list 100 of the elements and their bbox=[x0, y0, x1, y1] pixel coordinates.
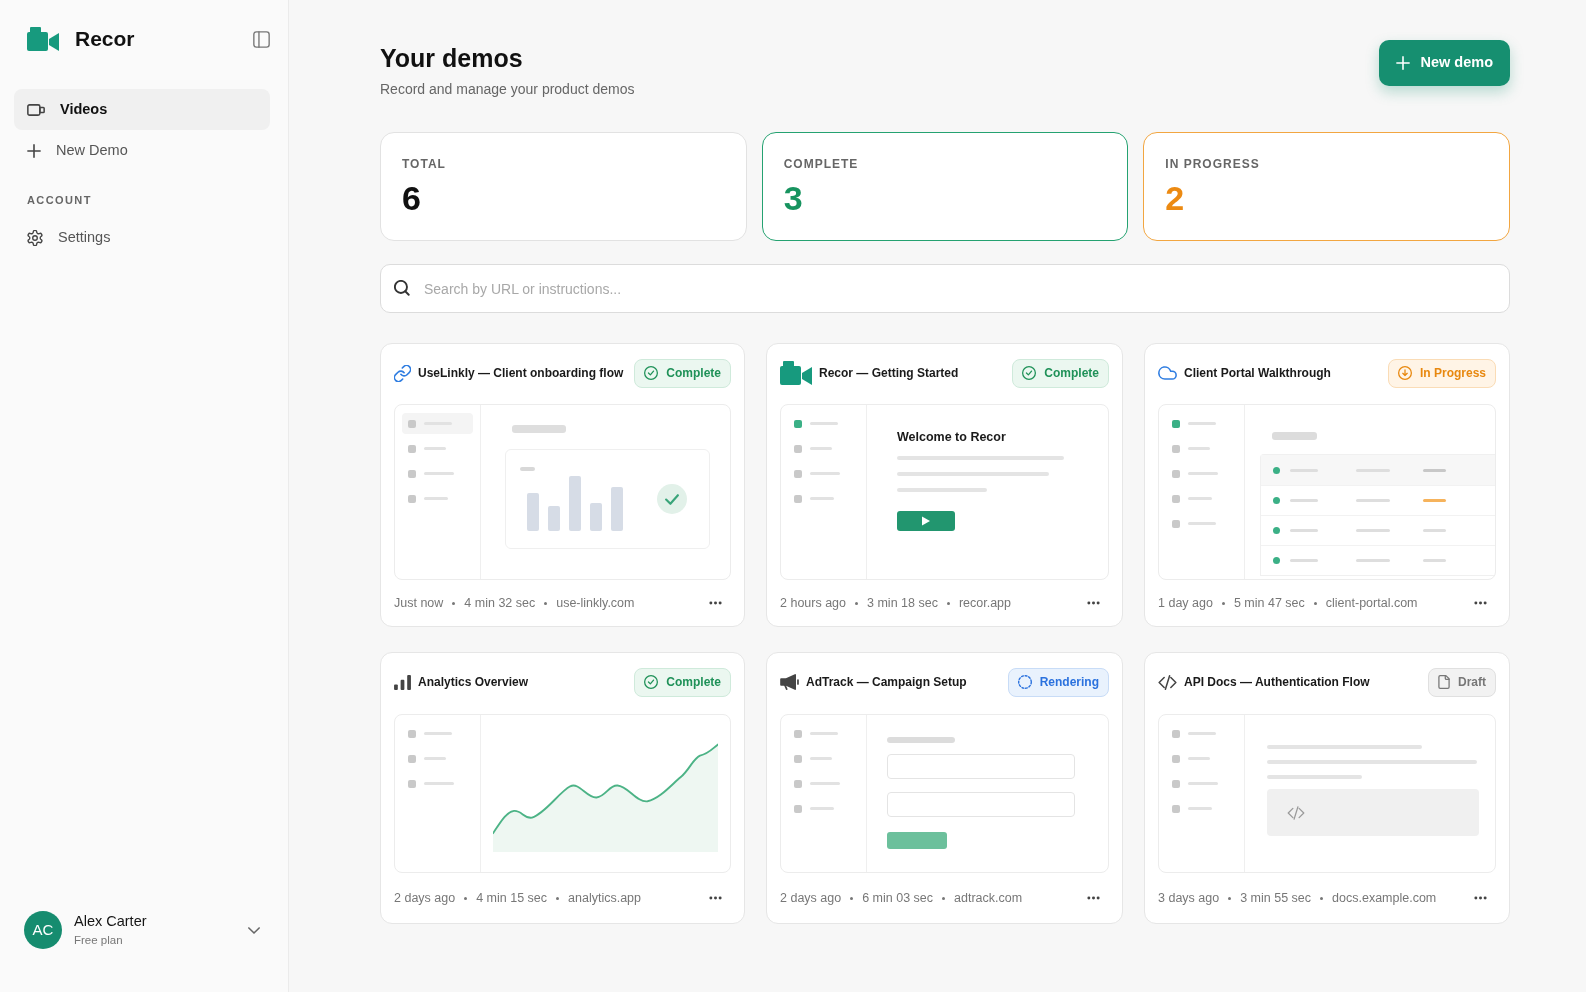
user-name: Alex Carter bbox=[74, 912, 147, 930]
plus-icon bbox=[1396, 56, 1411, 70]
separator-dot-icon bbox=[556, 896, 560, 900]
demo-domain: client-portal.com bbox=[1325, 594, 1418, 612]
demo-duration: 3 min 55 sec bbox=[1240, 889, 1312, 907]
demo-duration: 4 min 15 sec bbox=[476, 889, 548, 907]
stat-label: IN PROGRESS bbox=[1165, 156, 1261, 172]
demo-title: AdTrack — Campaign Setup bbox=[806, 674, 967, 691]
bar-chart-icon bbox=[394, 674, 411, 690]
separator-dot-icon bbox=[850, 896, 854, 900]
new-demo-button[interactable]: New demo bbox=[1379, 40, 1510, 86]
demo-domain: adtrack.com bbox=[954, 889, 1023, 907]
megaphone-icon bbox=[780, 674, 799, 690]
page-subtitle: Record and manage your product demos bbox=[380, 80, 635, 99]
preview-heading: Welcome to Recor bbox=[897, 429, 1007, 445]
demo-title: Analytics Overview bbox=[418, 674, 529, 691]
page-title: Your demos bbox=[380, 43, 524, 73]
title-placeholder bbox=[887, 737, 955, 743]
logo-icon bbox=[27, 27, 59, 51]
demo-title: Client Portal Walkthrough bbox=[1184, 365, 1331, 382]
code-icon bbox=[1158, 674, 1177, 690]
ellipsis-icon bbox=[1087, 896, 1100, 900]
demo-domain: recor.app bbox=[958, 594, 1012, 612]
dashed-circle-icon bbox=[1017, 675, 1032, 689]
status-label: Complete bbox=[666, 674, 721, 691]
search-icon bbox=[394, 280, 410, 296]
button-placeholder bbox=[887, 832, 947, 849]
code-icon bbox=[1287, 805, 1305, 820]
separator-dot-icon bbox=[464, 896, 468, 900]
ellipsis-icon bbox=[1474, 601, 1487, 605]
avatar: AC bbox=[24, 911, 62, 949]
demo-domain: docs.example.com bbox=[1332, 889, 1437, 907]
demo-title: API Docs — Authentication Flow bbox=[1184, 674, 1370, 691]
ellipsis-icon bbox=[1474, 896, 1487, 900]
sidebar-toggle-icon bbox=[253, 30, 270, 48]
status-label: Complete bbox=[666, 365, 721, 382]
check-circle-icon bbox=[644, 675, 659, 689]
title-placeholder bbox=[1272, 432, 1317, 440]
demo-card[interactable]: Client Portal Walkthrough In Progress 1 day ago 5 min 47 sec client-portal.com bbox=[1144, 343, 1510, 627]
plus-icon bbox=[27, 143, 41, 158]
ellipsis-icon bbox=[709, 896, 722, 900]
demo-duration: 5 min 47 sec bbox=[1233, 594, 1305, 612]
demo-time: Just now bbox=[394, 594, 444, 612]
play-button-icon bbox=[897, 511, 955, 531]
check-icon bbox=[657, 484, 687, 514]
demo-title: UseLinkly — Client onboarding flow bbox=[418, 365, 624, 382]
stat-value: 6 bbox=[402, 179, 422, 217]
ellipsis-icon bbox=[709, 601, 722, 605]
check-circle-icon bbox=[1022, 366, 1037, 380]
demo-time: 3 days ago bbox=[1158, 889, 1220, 907]
stat-label: COMPLETE bbox=[783, 156, 860, 172]
status-label: Draft bbox=[1458, 674, 1486, 691]
nav-item[interactable]: New Demo bbox=[14, 130, 270, 171]
separator-dot-icon bbox=[452, 601, 456, 605]
status-label: Rendering bbox=[1039, 674, 1099, 691]
video-camera-icon bbox=[780, 361, 812, 385]
brand-name: Recor bbox=[75, 26, 135, 53]
demo-card[interactable]: API Docs — Authentication Flow Draft 3 days ago 3 min 55 sec docs.example.com bbox=[1144, 652, 1510, 924]
separator-dot-icon bbox=[1228, 896, 1232, 900]
separator-dot-icon bbox=[544, 601, 548, 605]
nav-item[interactable]: Settings bbox=[14, 217, 270, 258]
stat-value: 2 bbox=[1165, 179, 1186, 217]
demo-time: 2 days ago bbox=[394, 889, 456, 907]
status-label: In Progress bbox=[1419, 365, 1486, 382]
sidebar-toggle-button[interactable] bbox=[253, 30, 270, 48]
demo-card[interactable]: AdTrack — Campaign Setup Rendering 2 days ago 6 min 03 sec adtrack.com bbox=[766, 652, 1123, 924]
status-label: Complete bbox=[1044, 365, 1099, 382]
demo-time: 1 day ago bbox=[1158, 594, 1213, 612]
demo-domain: analytics.app bbox=[568, 889, 641, 907]
demo-title: Recor — Getting Started bbox=[819, 365, 959, 382]
separator-dot-icon bbox=[1313, 601, 1317, 605]
demo-duration: 6 min 03 sec bbox=[862, 889, 934, 907]
settings-icon bbox=[27, 229, 43, 246]
demo-duration: 4 min 32 sec bbox=[464, 594, 536, 612]
stat-label: TOTAL bbox=[402, 156, 447, 172]
title-placeholder bbox=[512, 425, 566, 433]
demo-time: 2 days ago bbox=[780, 889, 842, 907]
arrow-down-circle-icon bbox=[1397, 366, 1412, 380]
stat-value: 3 bbox=[783, 179, 804, 217]
nav-item[interactable]: Videos bbox=[14, 89, 270, 130]
demo-card[interactable]: Analytics Overview Complete 2 days ago 4 min 15 sec analytics.app bbox=[380, 652, 745, 924]
separator-dot-icon bbox=[1221, 601, 1225, 605]
video-icon bbox=[27, 103, 45, 116]
chevron-down-icon bbox=[248, 926, 260, 934]
link-icon bbox=[394, 364, 411, 382]
section-heading: ACCOUNT bbox=[27, 193, 93, 207]
check-circle-icon bbox=[644, 366, 659, 380]
search-field[interactable]: Search by URL or instructions... bbox=[380, 264, 1510, 313]
user-plan: Free plan bbox=[74, 933, 124, 948]
demo-card[interactable]: UseLinkly — Client onboarding flow Complete Just now 4 min 32 sec use-linkly.com bbox=[380, 343, 745, 627]
cloud-icon bbox=[1158, 366, 1177, 380]
demo-card[interactable]: Recor — Getting Started Complete Welcome to Recor 2 hours ago 3 min 18 sec recor.app bbox=[766, 343, 1123, 627]
demo-time: 2 hours ago bbox=[780, 594, 847, 612]
separator-dot-icon bbox=[946, 601, 950, 605]
separator-dot-icon bbox=[855, 601, 859, 605]
demo-domain: use-linkly.com bbox=[556, 594, 635, 612]
demo-duration: 3 min 18 sec bbox=[867, 594, 938, 612]
separator-dot-icon bbox=[1320, 896, 1324, 900]
separator-dot-icon bbox=[942, 896, 946, 900]
file-icon bbox=[1438, 675, 1450, 689]
